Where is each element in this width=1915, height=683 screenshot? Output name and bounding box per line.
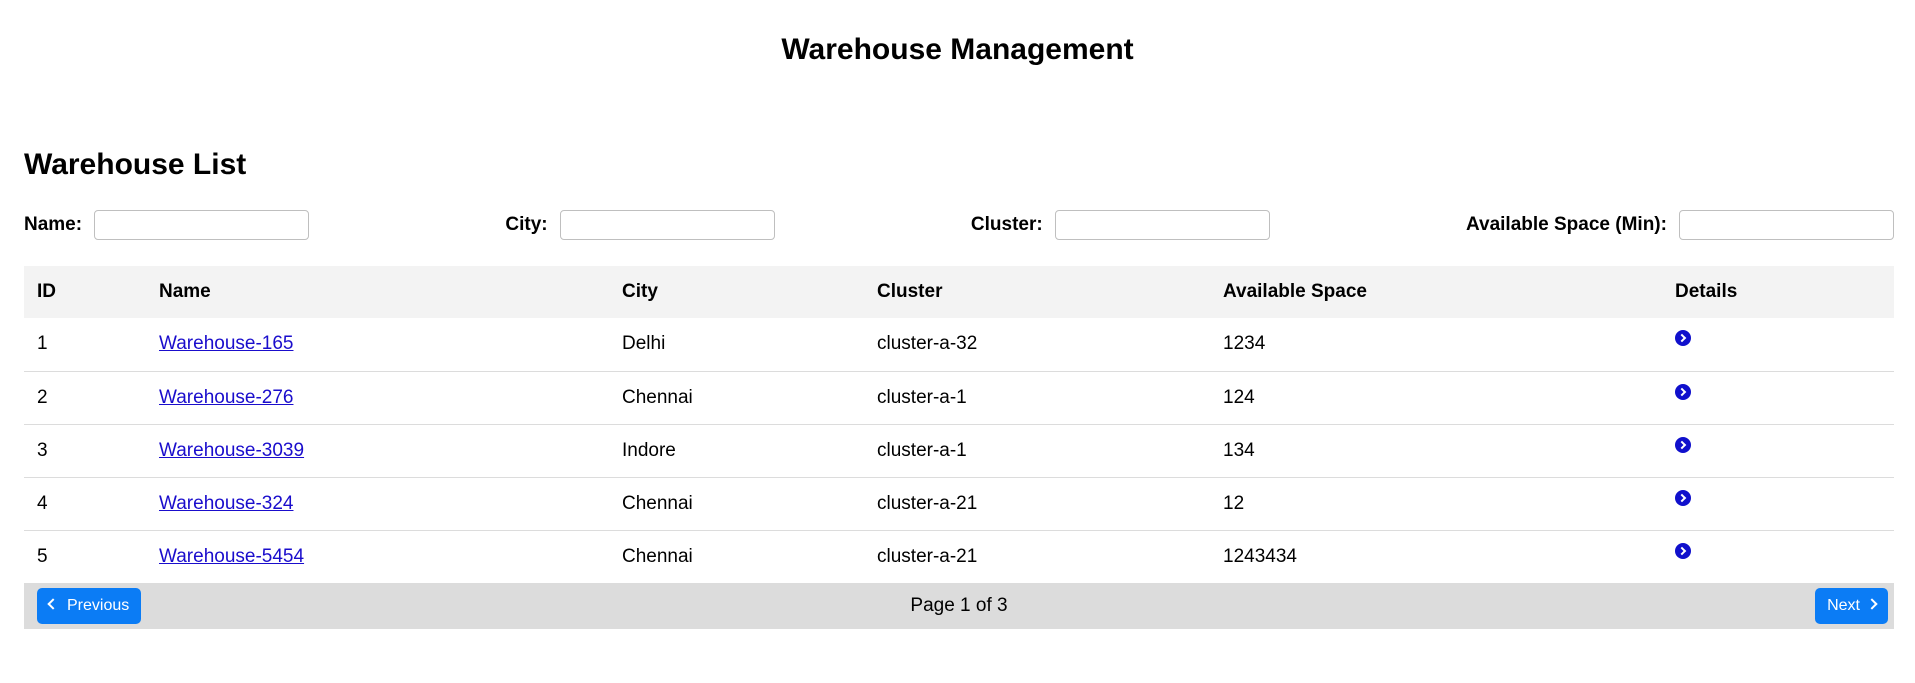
warehouse-table: ID Name City Cluster Available Space Det… — [24, 266, 1894, 583]
chevron-left-icon — [47, 598, 59, 610]
cell-available-space: 134 — [1223, 439, 1255, 461]
cell-id: 3 — [37, 439, 48, 461]
chevron-circle-right-icon[interactable] — [1675, 330, 1691, 347]
table-header-row: ID Name City Cluster Available Space Det… — [24, 266, 1894, 318]
cell-cluster: cluster-a-21 — [877, 492, 978, 514]
filter-bar: Name: City: Cluster: Available Space (Mi… — [24, 208, 1894, 242]
cell-id: 5 — [37, 545, 48, 567]
cell-cluster: cluster-a-1 — [877, 386, 967, 408]
column-header-available-space: Available Space — [1223, 281, 1367, 302]
table-row: 1 Warehouse-165 Delhi cluster-a-32 1234 — [24, 318, 1894, 371]
previous-page-label: Previous — [67, 597, 130, 614]
chevron-circle-right-icon[interactable] — [1675, 383, 1691, 400]
cell-city: Chennai — [622, 492, 693, 514]
cell-cluster: cluster-a-21 — [877, 545, 978, 567]
filter-name: Name: — [24, 210, 310, 240]
cell-available-space: 1234 — [1223, 333, 1266, 355]
filter-city-label: City: — [505, 214, 548, 235]
cell-available-space: 124 — [1223, 386, 1255, 408]
table-row: 4 Warehouse-324 Chennai cluster-a-21 12 — [24, 477, 1894, 530]
filter-cluster-label: Cluster: — [970, 214, 1043, 235]
cell-city: Chennai — [622, 545, 693, 567]
warehouse-table-container: ID Name City Cluster Available Space Det… — [24, 266, 1894, 583]
cell-city: Chennai — [622, 386, 693, 408]
column-header-details: Details — [1675, 281, 1738, 302]
chevron-circle-right-icon[interactable] — [1675, 489, 1691, 506]
table-row: 3 Warehouse-3039 Indore cluster-a-1 134 — [24, 424, 1894, 477]
cell-cluster: cluster-a-32 — [877, 333, 978, 355]
filter-available-space-label: Available Space (Min): — [1466, 214, 1667, 235]
next-page-button[interactable]: Next — [1815, 588, 1888, 624]
cluster-filter-input[interactable] — [1054, 210, 1270, 240]
pagination-bar: Page 1 of 3 Previous Next — [24, 583, 1894, 629]
warehouse-name-link[interactable]: Warehouse-324 — [159, 493, 293, 514]
previous-page-button[interactable]: Previous — [37, 588, 142, 624]
section-title: Warehouse List — [24, 148, 247, 181]
filter-city: City: — [505, 210, 775, 240]
next-page-label: Next — [1827, 597, 1860, 614]
column-header-name: Name — [159, 281, 211, 302]
column-header-id: ID — [37, 281, 56, 302]
page-title: Warehouse Management — [781, 33, 1134, 66]
chevron-right-icon — [1866, 598, 1878, 610]
cell-city: Delhi — [622, 333, 666, 355]
city-filter-input[interactable] — [559, 210, 775, 240]
cell-id: 2 — [37, 386, 48, 408]
chevron-circle-right-icon[interactable] — [1675, 542, 1691, 559]
warehouse-name-link[interactable]: Warehouse-5454 — [159, 546, 304, 567]
cell-cluster: cluster-a-1 — [877, 439, 967, 461]
filter-name-label: Name: — [24, 214, 83, 235]
table-row: 2 Warehouse-276 Chennai cluster-a-1 124 — [24, 371, 1894, 424]
cell-available-space: 12 — [1223, 492, 1245, 514]
filter-available-space: Available Space (Min): — [1466, 210, 1894, 240]
available-space-filter-input[interactable] — [1678, 210, 1894, 240]
table-row: 5 Warehouse-5454 Chennai cluster-a-21 12… — [24, 530, 1894, 583]
column-header-cluster: Cluster — [877, 281, 943, 302]
cell-id: 4 — [37, 492, 48, 514]
name-filter-input[interactable] — [94, 210, 310, 240]
cell-id: 1 — [37, 333, 48, 355]
chevron-circle-right-icon[interactable] — [1675, 436, 1691, 453]
warehouse-name-link[interactable]: Warehouse-3039 — [159, 440, 304, 461]
filter-cluster: Cluster: — [971, 210, 1270, 240]
cell-city: Indore — [622, 439, 676, 461]
warehouse-name-link[interactable]: Warehouse-276 — [159, 387, 293, 408]
page-indicator: Page 1 of 3 — [910, 595, 1008, 616]
cell-available-space: 1243434 — [1223, 545, 1297, 567]
column-header-city: City — [622, 281, 658, 302]
warehouse-name-link[interactable]: Warehouse-165 — [159, 333, 293, 354]
